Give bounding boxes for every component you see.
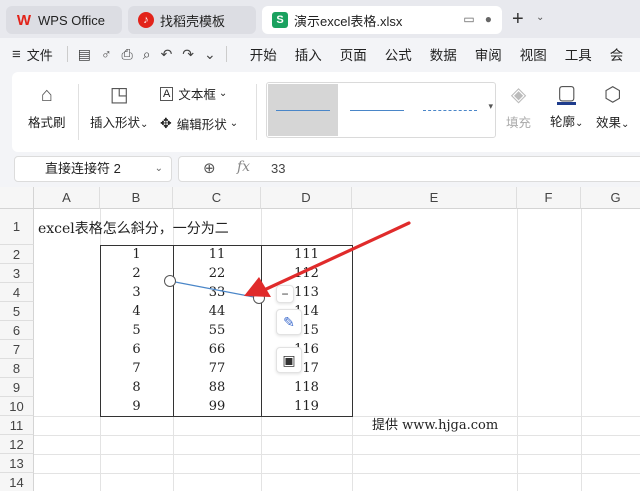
- more-chevron-icon[interactable]: ⌄: [204, 46, 216, 63]
- spreadsheet-logo-icon: S: [272, 12, 288, 28]
- tab-wps-office[interactable]: W WPS Office: [6, 6, 122, 34]
- outline-text: 轮廓⌄: [550, 111, 583, 130]
- formula-value: 33: [271, 161, 286, 176]
- outline-button[interactable]: ▢ 轮廓⌄: [550, 82, 583, 130]
- wps-logo-icon: W: [16, 11, 32, 29]
- menu-bar: ≡ 文件 ▤ ♂ ⎙ ⌕ ↶ ↷ ⌄ 开始 插入 页面 公式 数据 审阅 视图 …: [0, 38, 640, 70]
- insert-shape-label: 插入形状: [90, 116, 141, 130]
- name-box[interactable]: 直接连接符 2 ⌄: [14, 156, 172, 182]
- collapse-minus-icon[interactable]: −: [276, 285, 294, 303]
- edit-shape-icon: ✥: [160, 115, 172, 131]
- edit-shape-label: 编辑形状: [176, 118, 227, 132]
- text-box-button[interactable]: A 文本框 ⌄: [160, 84, 227, 103]
- quick-access-toolbar: ▤ ♂ ⎙ ⌕ ↶ ↷ ⌄: [66, 46, 227, 63]
- separator: [225, 46, 227, 62]
- text-box-label: 文本框: [178, 88, 216, 102]
- save-icon[interactable]: ▤: [78, 46, 91, 63]
- drawing-overlay: [164, 221, 411, 304]
- tab-template[interactable]: ♪ 找稻壳模板: [128, 6, 256, 34]
- menu-file[interactable]: 文件: [27, 45, 53, 64]
- chevron-down-icon: ⌄: [218, 88, 228, 99]
- style-option-dashed[interactable]: [415, 84, 485, 136]
- spreadsheet-grid[interactable]: A B C D E F G 1 2 3 4 5 6 7 8 9 10 11 12…: [0, 187, 640, 491]
- formula-bar: 直接连接符 2 ⌄ ⊕ fx 33: [0, 152, 640, 186]
- ribbon: ⌂ 格式刷 ◳ 插入形状⌄ A 文本框 ⌄ ✥ 编辑形状 ⌄ ▾ ◈ 填充 ▢ …: [12, 72, 640, 152]
- shape-outline-float-icon[interactable]: ▣: [276, 347, 302, 373]
- zoom-search-icon[interactable]: ⊕: [203, 159, 216, 177]
- fill-button[interactable]: ◈ 填充: [506, 84, 531, 131]
- chevron-down-icon: ⌄: [575, 118, 584, 129]
- shape-style-pen-icon[interactable]: ✎: [276, 309, 302, 335]
- shape-style-gallery: ▾: [266, 82, 496, 138]
- format-painter-icon: ⌂: [40, 84, 53, 106]
- format-painter-label: 格式刷: [28, 116, 66, 130]
- chevron-down-icon: ⌄: [621, 119, 630, 130]
- red-arrow-shaft: [260, 221, 411, 293]
- tab-document[interactable]: S 演示excel表格.xlsx ▭ ●: [262, 6, 502, 34]
- separator: [66, 46, 68, 62]
- print-preview-icon[interactable]: ⌕: [143, 46, 151, 63]
- chevron-down-icon[interactable]: ⌄: [155, 157, 163, 181]
- insert-shape-button[interactable]: ◳ 插入形状⌄: [90, 84, 148, 131]
- dot-icon[interactable]: ●: [485, 12, 492, 26]
- undo-icon[interactable]: ↶: [161, 46, 173, 63]
- main-menus: 开始 插入 页面 公式 数据 审阅 视图 工具 会: [241, 44, 633, 64]
- menu-home[interactable]: 开始: [241, 44, 286, 64]
- chevron-down-icon[interactable]: ⌄: [536, 12, 544, 23]
- new-tab-plus-icon[interactable]: +: [512, 8, 524, 30]
- format-painter-button[interactable]: ⌂ 格式刷: [28, 84, 66, 131]
- monitor-icon[interactable]: ▭: [463, 12, 474, 26]
- menu-tools[interactable]: 工具: [556, 44, 601, 64]
- connector-start-handle[interactable]: [164, 275, 176, 287]
- edit-shape-button[interactable]: ✥ 编辑形状 ⌄: [160, 114, 238, 133]
- menu-review[interactable]: 审阅: [466, 44, 511, 64]
- tab-document-label: 演示excel表格.xlsx: [294, 13, 403, 29]
- cube-icon: ⬡: [603, 84, 622, 106]
- fill-bucket-icon: ◈: [510, 84, 527, 106]
- style-option-solid[interactable]: [342, 84, 412, 136]
- effects-text: 效果⌄: [596, 112, 629, 131]
- outline-icon: ▢: [557, 82, 577, 105]
- fx-icon[interactable]: fx: [237, 159, 250, 175]
- daoke-logo-icon: ♪: [138, 12, 154, 28]
- insert-shape-text: 插入形状⌄: [90, 112, 148, 131]
- separator: [78, 84, 79, 140]
- redo-icon[interactable]: ↷: [182, 46, 194, 63]
- hamburger-menu-icon[interactable]: ≡: [12, 46, 21, 63]
- name-box-value: 直接连接符 2: [45, 161, 121, 176]
- menu-member[interactable]: 会: [601, 44, 633, 64]
- menu-view[interactable]: 视图: [511, 44, 556, 64]
- share-icon[interactable]: ♂: [101, 46, 112, 62]
- chevron-down-icon: ⌄: [229, 118, 239, 129]
- effects-button[interactable]: ⬡ 效果⌄: [596, 84, 629, 131]
- print-icon[interactable]: ⎙: [122, 46, 133, 63]
- effects-label: 效果: [596, 116, 622, 130]
- tab-wps-label: WPS Office: [38, 12, 105, 28]
- menu-data[interactable]: 数据: [421, 44, 466, 64]
- fill-label: 填充: [506, 116, 532, 130]
- chevron-down-icon: ⌄: [140, 119, 149, 130]
- menu-formula[interactable]: 公式: [376, 44, 421, 64]
- tab-bar: W WPS Office ♪ 找稻壳模板 S 演示excel表格.xlsx ▭ …: [0, 0, 640, 38]
- shape-icon: ◳: [109, 84, 129, 106]
- menu-insert[interactable]: 插入: [286, 44, 331, 64]
- style-option-solid-selected[interactable]: [268, 84, 338, 136]
- text-box-icon: A: [160, 86, 174, 101]
- formula-input[interactable]: ⊕ fx 33: [178, 156, 640, 182]
- gallery-expand-icon[interactable]: ▾: [488, 101, 493, 112]
- tab-template-label: 找稻壳模板: [160, 13, 226, 29]
- menu-page[interactable]: 页面: [331, 44, 376, 64]
- separator: [256, 84, 257, 140]
- outline-label: 轮廓: [550, 115, 576, 129]
